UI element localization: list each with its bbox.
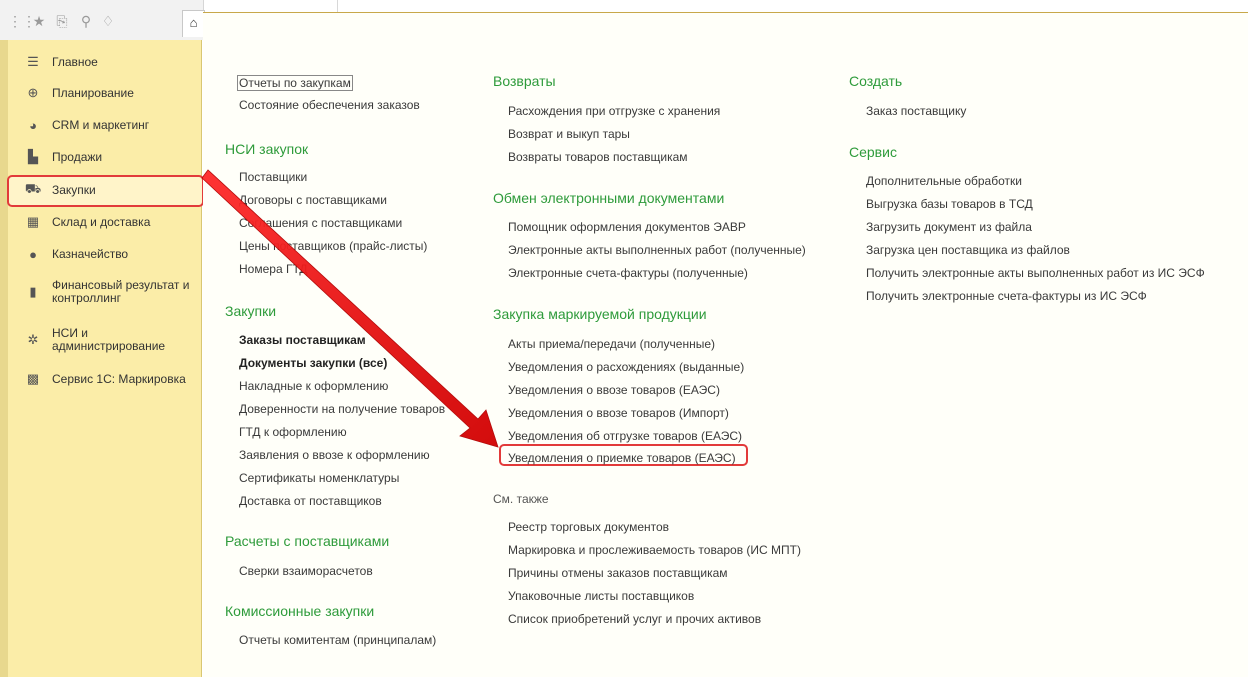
crm-pie-icon: ◕ [29,117,37,133]
link-supplier-contracts[interactable]: Договоры с поставщиками [239,193,387,207]
link-trade-docs-registry[interactable]: Реестр торговых документов [508,520,669,534]
sidebar-item-label: Закупки [52,182,96,197]
link-import-notices-import[interactable]: Уведомления о ввозе товаров (Импорт) [508,406,729,420]
link-supplier-delivery[interactable]: Доставка от поставщиков [239,494,382,508]
menu-lines-icon: ☰ [27,54,39,69]
section-heading-marked-products: Закупка маркируемой продукции [493,306,707,322]
sidebar-item-treasury[interactable]: ● Казначейство [8,246,202,262]
link-powers-of-attorney[interactable]: Доверенности на получение товаров [239,402,445,416]
link-consignor-reports[interactable]: Отчеты комитентам (принципалам) [239,633,436,647]
sidebar-item-planning[interactable]: ⊕ Планирование [8,85,202,101]
bar-chart-icon: ▮ [29,284,37,299]
shopping-cart-icon: ⛟ [24,181,42,196]
history-icon[interactable]: ⎘ [54,13,70,29]
sidebar-item-label: CRM и маркетинг [52,117,150,132]
link-load-document[interactable]: Загрузить документ из файла [866,220,1032,234]
sidebar-item-finance[interactable]: ▮ Финансовый результат и контроллинг [8,278,202,306]
link-acceptance-notices[interactable]: Уведомления о приемке товаров (ЕАЭС) [508,451,736,465]
favorites-star-icon[interactable]: ★ [31,13,47,29]
sidebar-item-warehouse[interactable]: ▦ Склад и доставка [8,214,202,230]
sidebar-item-purchases[interactable]: ⛟ Закупки [8,181,202,198]
gear-icon: ✲ [27,332,39,347]
divider [337,0,338,12]
sidebar-item-label: Планирование [52,85,134,100]
top-toolbar: ⋮⋮ ★ ⎘ ⚲ ♢ ⌂ [0,0,205,40]
link-packing-lists[interactable]: Упаковочные листы поставщиков [508,589,694,603]
link-electronic-invoices[interactable]: Электронные счета-фактуры (полученные) [508,266,748,280]
warehouse-grid-icon: ▦ [26,214,40,229]
search-icon[interactable]: ⚲ [78,13,94,29]
section-heading-create: Создать [849,73,903,89]
shopping-bag-icon: ▙ [28,149,38,164]
link-transfer-acts[interactable]: Акты приема/передачи (полученные) [508,337,715,351]
planning-icon: ⊕ [27,85,39,100]
link-additional-processing[interactable]: Дополнительные обработки [866,174,1022,188]
home-tab[interactable]: ⌂ [182,10,205,37]
link-container-return[interactable]: Возврат и выкуп тары [508,127,630,141]
apps-grid-icon[interactable]: ⋮⋮ [8,13,36,29]
sidebar-item-crm[interactable]: ◕ CRM и маркетинг [8,117,202,133]
link-purchase-documents[interactable]: Документы закупки (все) [239,356,387,370]
sidebar-item-main[interactable]: ☰ Главное [8,54,202,70]
sidebar-item-admin[interactable]: ✲ НСИ и администрирование [8,326,202,354]
section-heading-edo: Обмен электронными документами [493,190,725,206]
section-heading-settlements: Расчеты с поставщиками [225,533,390,549]
link-returns-to-suppliers[interactable]: Возвраты товаров поставщикам [508,150,688,164]
sidebar-item-label: Финансовый результат и контроллинг [52,278,190,305]
notification-bell-icon[interactable]: ♢ [100,13,116,29]
link-marking-traceability[interactable]: Маркировка и прослеживаемость товаров (И… [508,543,801,557]
qr-code-icon: ▩ [26,371,40,386]
link-order-cancel-reasons[interactable]: Причины отмены заказов поставщикам [508,566,728,580]
sidebar-item-label: Сервис 1С: Маркировка [52,371,186,386]
sidebar-item-marking[interactable]: ▩ Сервис 1С: Маркировка [8,371,202,387]
link-storage-discrepancies[interactable]: Расхождения при отгрузке с хранения [508,104,720,118]
link-gtd-to-process[interactable]: ГТД к оформлению [239,425,347,439]
section-heading-commission: Комиссионные закупки [225,603,375,619]
link-create-supplier-order[interactable]: Заказ поставщику [866,104,966,118]
link-supplier-agreements[interactable]: Соглашения с поставщиками [239,216,402,230]
sidebar: ☰ Главное ⊕ Планирование ◕ CRM и маркетинг … [0,40,204,677]
section-heading-service: Сервис [849,144,897,160]
section-heading-nsi: НСИ закупок [225,141,309,157]
main-content: Отчеты по закупкам Состояние обеспечения… [203,13,1248,677]
link-gtd-numbers[interactable]: Номера ГТД [239,262,308,276]
link-reconciliation[interactable]: Сверки взаиморасчетов [239,564,373,578]
home-icon: ⌂ [189,15,198,30]
link-supplier-orders[interactable]: Заказы поставщикам [239,333,366,347]
link-load-supplier-prices[interactable]: Загрузка цен поставщика из файлов [866,243,1070,257]
sidebar-item-label: Казначейство [52,246,129,261]
sidebar-item-label: Главное [52,54,98,69]
section-heading-see-also: См. также [493,492,549,506]
link-purchase-reports[interactable]: Отчеты по закупкам [237,75,353,91]
link-shipment-notices[interactable]: Уведомления об отгрузке товаров (ЕАЭС) [508,429,742,443]
link-order-provision-state[interactable]: Состояние обеспечения заказов [239,98,420,112]
section-heading-purchases: Закупки [225,303,277,319]
link-services-acquisitions[interactable]: Список приобретений услуг и прочих актив… [508,612,761,626]
link-certificates[interactable]: Сертификаты номенклатуры [239,471,399,485]
link-get-invoices-esf[interactable]: Получить электронные счета-фактуры из ИС… [866,289,1147,303]
link-electronic-acts[interactable]: Электронные акты выполненных работ (полу… [508,243,806,257]
section-heading-returns: Возвраты [493,73,556,89]
treasury-coin-icon: ● [29,246,37,262]
link-eavr-assistant[interactable]: Помощник оформления документов ЭАВР [508,220,746,234]
link-import-notices-eaeu[interactable]: Уведомления о ввозе товаров (ЕАЭС) [508,383,720,397]
link-get-acts-esf[interactable]: Получить электронные акты выполненных ра… [866,266,1205,280]
sidebar-item-sales[interactable]: ▙ Продажи [8,149,202,165]
link-export-to-tsd[interactable]: Выгрузка базы товаров в ТСД [866,197,1033,211]
link-invoices-to-process[interactable]: Накладные к оформлению [239,379,388,393]
link-discrepancy-notices[interactable]: Уведомления о расхождениях (выданные) [508,360,744,374]
link-suppliers[interactable]: Поставщики [239,170,307,184]
sidebar-item-label: Продажи [52,149,103,164]
sidebar-item-label: Склад и доставка [52,214,151,229]
link-import-statements[interactable]: Заявления о ввозе к оформлению [239,448,430,462]
link-supplier-prices[interactable]: Цены поставщиков (прайс-листы) [239,239,427,253]
sidebar-item-label: НСИ и администрирование [52,326,166,353]
